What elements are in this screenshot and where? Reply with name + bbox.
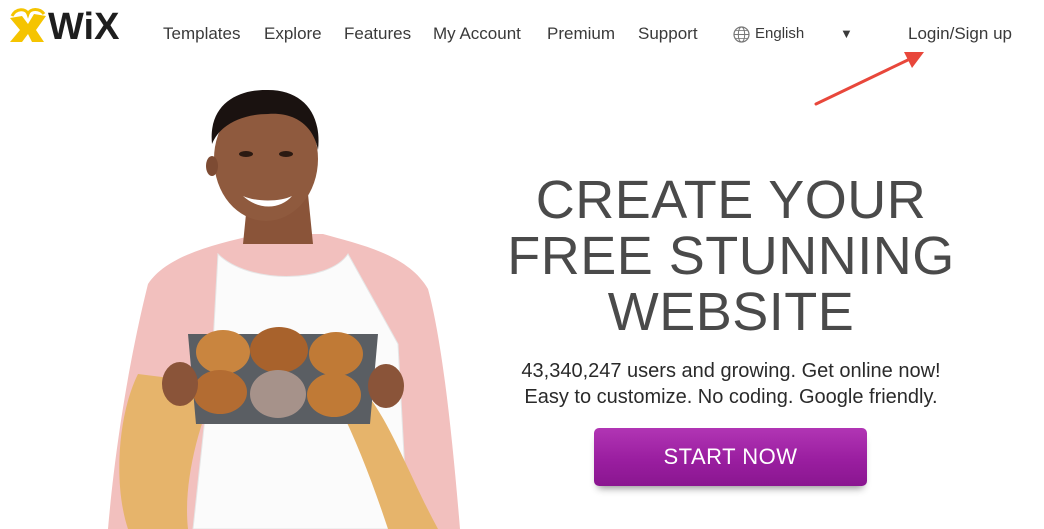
- hero-headline: CREATE YOUR FREE STUNNING WEBSITE: [470, 172, 992, 340]
- user-count-text: 43,340,247 users and growing. Get online…: [521, 360, 941, 382]
- headline-line-3: WEBSITE: [607, 282, 855, 342]
- headline-line-2: FREE STUNNING: [507, 226, 955, 286]
- globe-icon: [733, 26, 750, 43]
- chevron-down-icon: ▼: [840, 26, 853, 41]
- wix-logo-text: WiX: [48, 6, 120, 44]
- nav-premium[interactable]: Premium: [547, 24, 615, 44]
- headline-line-1: CREATE YOUR: [535, 170, 927, 230]
- nav-explore[interactable]: Explore: [264, 24, 322, 44]
- language-select[interactable]: English ▼: [733, 24, 855, 46]
- annotation-arrow-icon: [814, 52, 924, 106]
- language-label: English: [755, 25, 805, 42]
- login-signup-link[interactable]: Login/Sign up: [908, 24, 1012, 44]
- tagline-text: Easy to customize. No coding. Google fri…: [524, 386, 938, 408]
- wix-logo[interactable]: WiX: [6, 4, 142, 48]
- nav-features[interactable]: Features: [344, 24, 411, 44]
- nav-my-account[interactable]: My Account: [433, 24, 521, 44]
- nav-templates[interactable]: Templates: [163, 24, 240, 44]
- nav-support[interactable]: Support: [638, 24, 698, 44]
- start-now-button[interactable]: START NOW: [594, 428, 867, 486]
- wix-logo-mark: WiX: [10, 6, 120, 48]
- hero-woman-with-muffins-image: [108, 89, 460, 529]
